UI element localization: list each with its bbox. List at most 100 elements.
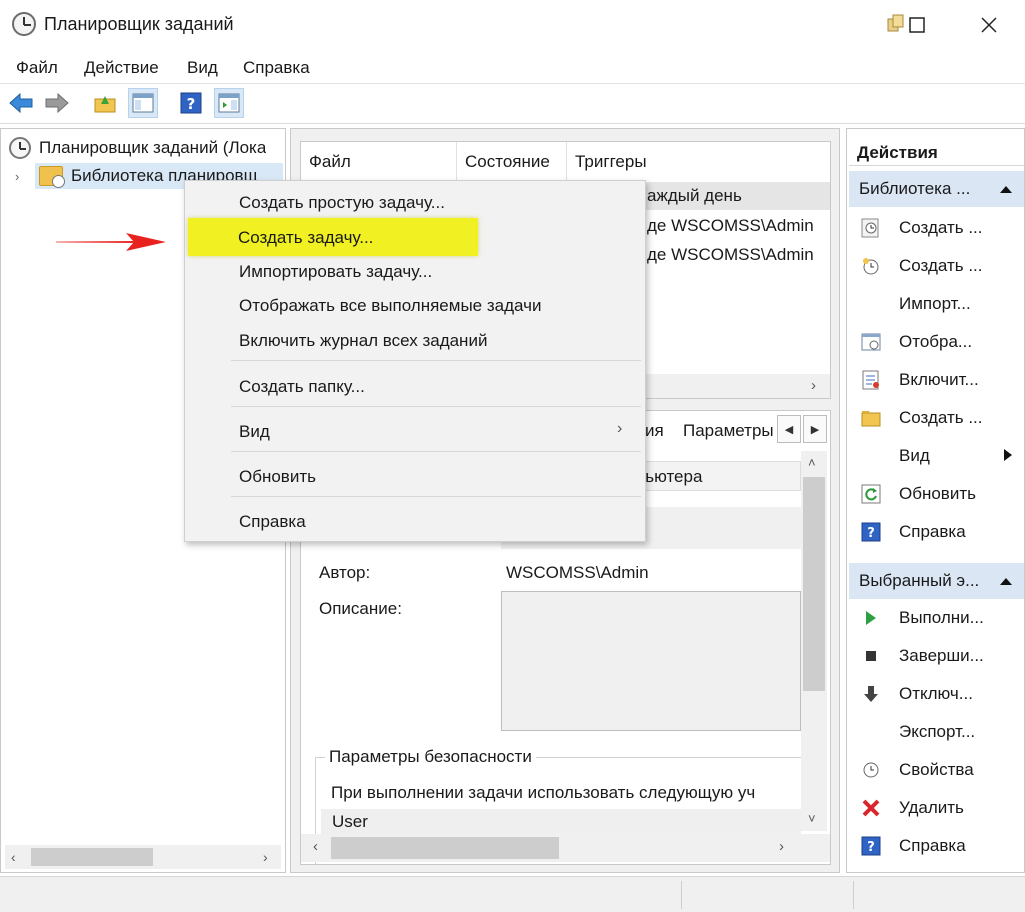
description-field[interactable] [501,591,801,731]
action-create-task[interactable]: Создать ... [849,247,1024,285]
column-header-file[interactable]: Файл [301,142,457,182]
actions-pane: Действия Библиотека ... Создать ... Созд… [846,128,1025,873]
action-run[interactable]: Выполни... [849,599,1024,637]
forward-button[interactable] [42,88,72,118]
red-arrow-annotation-icon [56,233,166,251]
scroll-up-icon[interactable]: ˄ [808,455,816,470]
actions-group-library[interactable]: Библиотека ... [849,171,1024,207]
tree-horizontal-scrollbar[interactable]: ‹ › [5,845,281,869]
run-icon [866,611,876,625]
author-value: WSCOMSS\Admin [506,563,649,582]
display-running-icon [861,333,881,351]
action-enable-history[interactable]: Включит... [849,361,1024,399]
help-toolbar-button[interactable]: ? [176,88,206,118]
close-button[interactable] [966,8,1012,42]
up-folder-icon [94,96,116,113]
action-help[interactable]: ? Справка [849,513,1024,551]
action-view-submenu[interactable]: Вид [849,437,1024,475]
expand-chevron-icon[interactable]: › [15,169,19,184]
status-divider [681,881,682,909]
scroll-thumb[interactable] [331,837,559,859]
actions-title: Действия [857,143,938,162]
action-label: Удалить [899,798,964,817]
user-account-field[interactable]: User [321,809,801,835]
security-group-title: Параметры безопасности [325,747,536,767]
menu-file[interactable]: Файл [16,58,58,78]
user-account-value: User [332,812,368,831]
scroll-left-icon[interactable]: ‹ [11,849,16,865]
scroll-thumb[interactable] [31,848,153,866]
ctx-new-folder[interactable]: Создать папку... [239,377,365,397]
properties-icon [863,762,879,778]
scroll-right-icon[interactable]: › [811,377,816,394]
action-delete[interactable]: Удалить [849,789,1024,827]
collapse-up-icon [1000,186,1012,193]
tab-scroll-right-button[interactable]: ▶ [803,415,827,443]
actions-group-library-label: Библиотека ... [859,179,971,198]
trigger-cell: аждый день [647,186,742,205]
column-header-triggers[interactable]: Триггеры [567,142,830,182]
action-pane-icon [218,93,240,113]
maximize-icon [909,17,925,33]
ctx-refresh[interactable]: Обновить [239,467,316,487]
scroll-right-icon[interactable]: › [779,838,784,855]
tab-actions-partial[interactable]: ия [645,421,664,441]
ctx-create-basic-task[interactable]: Создать простую задачу... [239,193,445,213]
enable-history-icon [862,370,879,390]
window-title: Планировщик заданий [44,14,234,34]
action-end[interactable]: Заверши... [849,637,1024,675]
menu-view[interactable]: Вид [187,58,218,78]
title-bar: Планировщик заданий [0,0,1025,52]
create-task-icon [863,258,879,275]
forward-arrow-icon [45,92,69,114]
scroll-right-icon[interactable]: › [263,849,268,865]
action-label: Экспорт... [899,722,976,741]
library-folder-icon [39,166,65,188]
details-vertical-scrollbar[interactable]: ˄ ˅ [801,451,827,831]
actions-group-selected[interactable]: Выбранный э... [849,563,1024,599]
action-disable[interactable]: Отключ... [849,675,1024,713]
show-hide-console-tree-button[interactable] [128,88,158,118]
back-button[interactable] [6,88,36,118]
ctx-create-task-label: Создать задачу... [238,228,374,247]
maximize-button[interactable] [894,8,940,42]
ctx-create-task[interactable]: Создать задачу... [188,218,478,256]
action-help-selected[interactable]: ? Справка [849,827,1024,865]
action-create-basic-task[interactable]: Создать ... [849,209,1024,247]
ctx-view[interactable]: Вид [239,422,270,442]
description-label: Описание: [319,599,402,618]
action-label: Отобра... [899,332,973,351]
ctx-enable-history[interactable]: Включить журнал всех заданий [239,331,487,351]
column-header-status[interactable]: Состояние [457,142,567,182]
tree-root-item[interactable]: Планировщик заданий (Лока [9,135,266,161]
scroll-down-icon[interactable]: ˅ [808,811,816,826]
action-import-task[interactable]: Импорт... [849,285,1024,323]
action-display-running[interactable]: Отобра... [849,323,1024,361]
tab-parameters[interactable]: Параметры [683,421,774,441]
action-new-folder[interactable]: Создать ... [849,399,1024,437]
up-folder-button[interactable] [90,88,120,118]
ctx-import-task[interactable]: Импортировать задачу... [239,262,432,282]
show-hide-action-pane-button[interactable] [214,88,244,118]
status-divider [853,881,854,909]
help-icon: ? [861,522,881,542]
delete-icon [862,799,880,817]
scroll-thumb[interactable] [803,477,825,691]
submenu-arrow-icon [1004,449,1012,461]
action-refresh[interactable]: Обновить [849,475,1024,513]
action-properties[interactable]: Свойства [849,751,1024,789]
tab-scroll-left-button[interactable]: ◀ [777,415,801,443]
svg-text:?: ? [187,95,196,113]
scroll-left-icon[interactable]: ‹ [313,838,318,855]
details-horizontal-scrollbar[interactable]: ‹ › [301,834,830,862]
ctx-display-running[interactable]: Отображать все выполняемые задачи [239,296,541,316]
task-scheduler-icon [12,12,36,36]
create-basic-task-icon [861,218,879,238]
action-export[interactable]: Экспорт... [849,713,1024,751]
menu-help[interactable]: Справка [243,58,310,78]
new-folder-icon [861,411,881,427]
action-label: Создать ... [899,408,983,427]
svg-text:?: ? [867,526,875,541]
menu-action[interactable]: Действие [84,58,159,78]
ctx-help[interactable]: Справка [239,512,306,532]
